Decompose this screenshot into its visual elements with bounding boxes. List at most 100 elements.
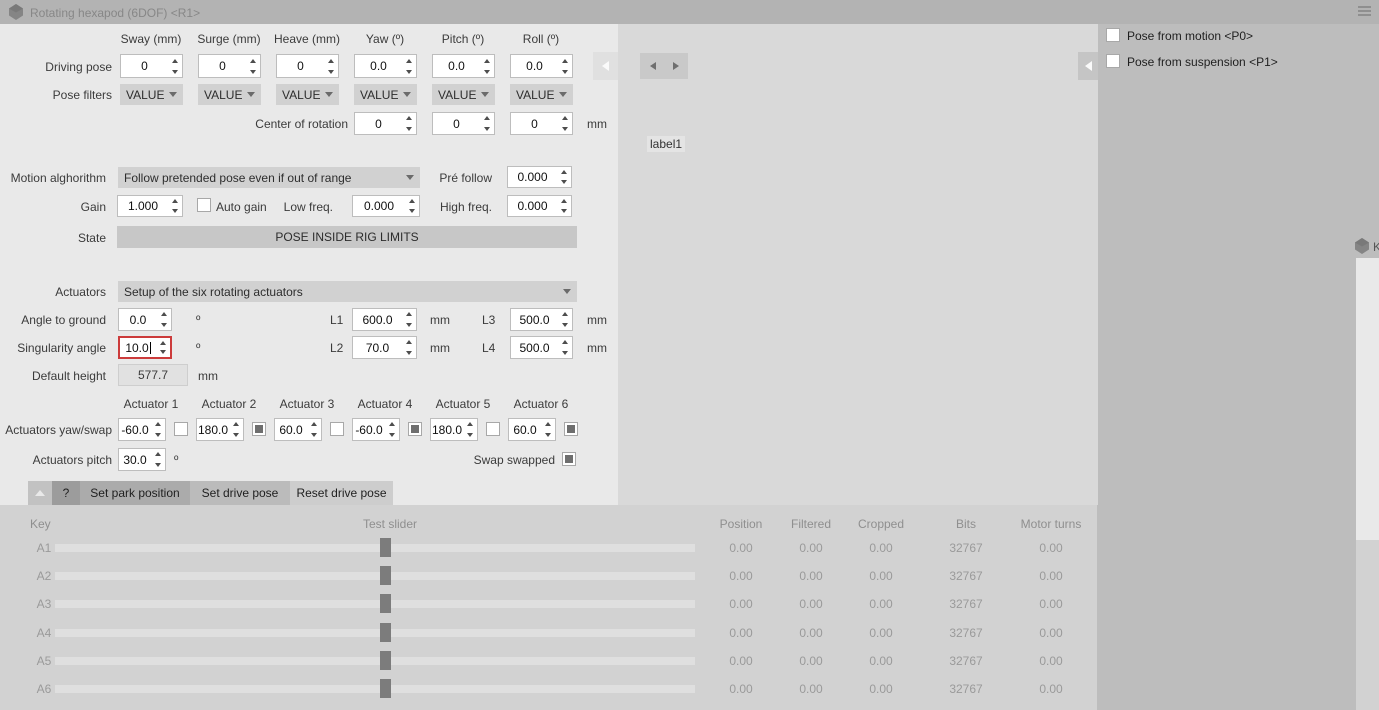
high-freq-value[interactable]: 0.000	[508, 196, 557, 216]
actuator-2-yaw-spinner[interactable]: 180.0	[196, 418, 244, 441]
actuator-5-swap-checkbox[interactable]	[486, 422, 500, 436]
test-slider-track[interactable]	[55, 600, 695, 608]
actuator-2-yaw-value[interactable]: 180.0	[197, 419, 229, 440]
spinner-up-button[interactable]	[168, 55, 182, 66]
spinner-up-button[interactable]	[402, 113, 416, 124]
spinner-down-button[interactable]	[402, 348, 416, 359]
test-slider-track[interactable]	[55, 629, 695, 637]
spinner-up-button[interactable]	[324, 55, 338, 66]
test-slider-thumb[interactable]	[380, 566, 391, 585]
actuator-1-yaw-spinner[interactable]: -60.0	[118, 418, 166, 441]
spinner-down-button[interactable]	[557, 177, 571, 187]
driving-pose-roll-spinner[interactable]: 0.0	[510, 54, 573, 78]
spinner-down-button[interactable]	[558, 348, 572, 359]
center-of-rotation-y-spinner[interactable]: 0	[432, 112, 495, 135]
spinner-up-button[interactable]	[402, 55, 416, 66]
actuators-pitch-value[interactable]: 30.0	[119, 449, 151, 470]
spinner-down-button[interactable]	[558, 124, 572, 135]
peek-window[interactable]: K	[1352, 233, 1379, 710]
spinner-up-button[interactable]	[151, 449, 165, 460]
actuator-3-yaw-value[interactable]: 60.0	[275, 419, 307, 440]
driving-pose-pitch-value[interactable]: 0.0	[433, 55, 480, 77]
pose-from-suspension-checkbox[interactable]	[1106, 54, 1120, 68]
spinner-down-button[interactable]	[557, 206, 571, 216]
spinner-up-button[interactable]	[558, 309, 572, 320]
driving-pose-roll-value[interactable]: 0.0	[511, 55, 558, 77]
test-slider-track[interactable]	[55, 657, 695, 665]
actuator-6-yaw-spinner[interactable]: 60.0	[508, 418, 556, 441]
spinner-up-button[interactable]	[246, 55, 260, 66]
gain-value[interactable]: 1.000	[118, 196, 168, 216]
nav-next-button[interactable]	[664, 54, 687, 78]
test-slider-thumb[interactable]	[380, 594, 391, 613]
driving-pose-sway-spinner[interactable]: 0	[120, 54, 183, 78]
actuator-3-swap-checkbox[interactable]	[330, 422, 344, 436]
spinner-up-button[interactable]	[402, 309, 416, 320]
driving-pose-yaw-spinner[interactable]: 0.0	[354, 54, 417, 78]
driving-pose-surge-spinner[interactable]: 0	[198, 54, 261, 78]
actuators-setup-dropdown[interactable]: Setup of the six rotating actuators	[118, 281, 577, 302]
spinner-down-button[interactable]	[558, 320, 572, 331]
driving-pose-yaw-value[interactable]: 0.0	[355, 55, 402, 77]
test-slider-thumb[interactable]	[380, 623, 391, 642]
spinner-up-button[interactable]	[229, 419, 243, 430]
spinner-down-button[interactable]	[229, 430, 243, 441]
motion-algorithm-dropdown[interactable]: Follow pretended pose even if out of ran…	[118, 167, 420, 188]
spinner-down-button[interactable]	[541, 430, 555, 441]
pose-filter-roll-dropdown[interactable]: VALUE	[510, 84, 573, 105]
spinner-down-button[interactable]	[558, 66, 572, 77]
driving-pose-pitch-spinner[interactable]: 0.0	[432, 54, 495, 78]
spinner-up-button[interactable]	[541, 419, 555, 430]
center-of-rotation-y-value[interactable]: 0	[433, 113, 480, 134]
spinner-down-button[interactable]	[480, 66, 494, 77]
test-slider-thumb[interactable]	[380, 651, 391, 670]
spinner-up-button[interactable]	[558, 337, 572, 348]
actuator-6-swap-checkbox[interactable]	[564, 422, 578, 436]
swap-swapped-checkbox[interactable]	[562, 452, 576, 466]
set-drive-pose-button[interactable]: Set drive pose	[190, 481, 290, 505]
test-slider-thumb[interactable]	[380, 679, 391, 698]
spinner-down-button[interactable]	[402, 66, 416, 77]
pose-filter-surge-dropdown[interactable]: VALUE	[198, 84, 261, 105]
spinner-up-button[interactable]	[151, 419, 165, 430]
spinner-up-button[interactable]	[480, 113, 494, 124]
spinner-down-button[interactable]	[402, 124, 416, 135]
actuator-4-swap-checkbox[interactable]	[408, 422, 422, 436]
l2-value[interactable]: 70.0	[353, 337, 402, 358]
actuator-5-yaw-spinner[interactable]: 180.0	[430, 418, 478, 441]
actuator-1-yaw-value[interactable]: -60.0	[119, 419, 151, 440]
spinner-up-button[interactable]	[480, 55, 494, 66]
angle-to-ground-spinner[interactable]: 0.0	[118, 308, 172, 331]
actuator-4-yaw-value[interactable]: -60.0	[353, 419, 385, 440]
actuator-2-swap-checkbox[interactable]	[252, 422, 266, 436]
pose-from-motion-checkbox[interactable]	[1106, 28, 1120, 42]
actuator-4-yaw-spinner[interactable]: -60.0	[352, 418, 400, 441]
spinner-up-button[interactable]	[557, 196, 571, 206]
singularity-angle-value[interactable]: 10.0	[120, 338, 156, 357]
actuator-1-swap-checkbox[interactable]	[174, 422, 188, 436]
spinner-up-button[interactable]	[558, 55, 572, 66]
gain-spinner[interactable]: 1.000	[117, 195, 183, 217]
l3-value[interactable]: 500.0	[511, 309, 558, 330]
collapse-panel-button[interactable]	[28, 481, 52, 505]
nav-previous-button[interactable]	[641, 54, 664, 78]
spinner-up-button[interactable]	[463, 419, 477, 430]
singularity-angle-spinner[interactable]: 10.0	[118, 336, 172, 359]
menu-icon[interactable]	[1358, 6, 1371, 16]
pose-filter-pitch-dropdown[interactable]: VALUE	[432, 84, 495, 105]
collapse-left-panel-button[interactable]	[593, 52, 618, 80]
set-park-position-button[interactable]: Set park position	[80, 481, 190, 505]
spinner-down-button[interactable]	[385, 430, 399, 441]
spinner-up-button[interactable]	[557, 167, 571, 177]
spinner-down-button[interactable]	[307, 430, 321, 441]
spinner-down-button[interactable]	[168, 66, 182, 77]
spinner-up-button[interactable]	[402, 337, 416, 348]
spinner-up-button[interactable]	[307, 419, 321, 430]
help-button[interactable]: ?	[52, 481, 80, 505]
l1-value[interactable]: 600.0	[353, 309, 402, 330]
l1-spinner[interactable]: 600.0	[352, 308, 417, 331]
spinner-down-button[interactable]	[157, 320, 171, 331]
pose-filter-yaw-dropdown[interactable]: VALUE	[354, 84, 417, 105]
spinner-down-button[interactable]	[324, 66, 338, 77]
l3-spinner[interactable]: 500.0	[510, 308, 573, 331]
